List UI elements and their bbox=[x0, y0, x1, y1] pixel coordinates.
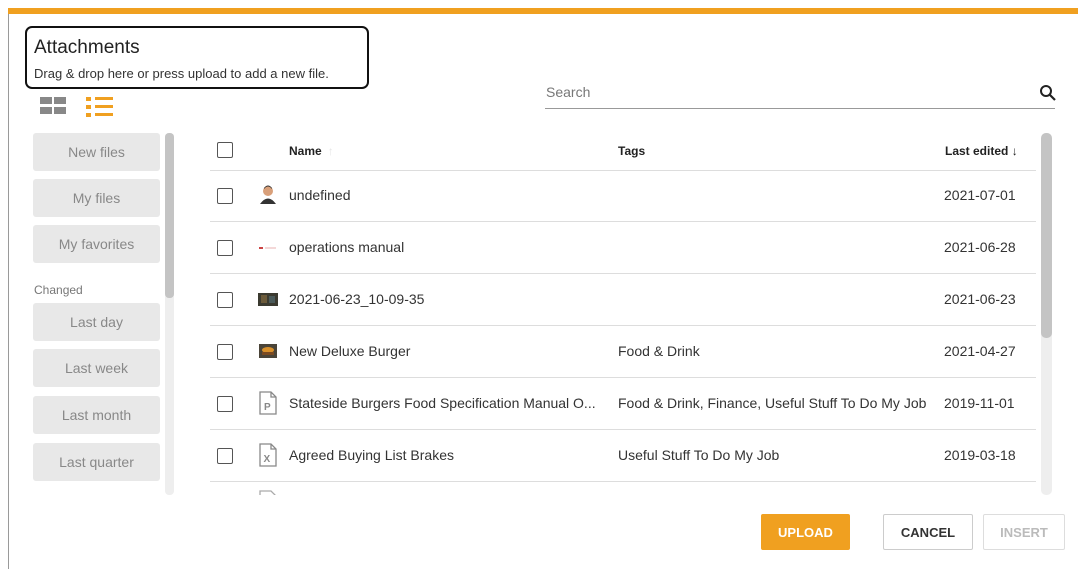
table-row[interactable]: X Agreed Buying List Brakes Useful Stuff… bbox=[210, 430, 1036, 482]
page-subtitle: Drag & drop here or press upload to add … bbox=[34, 66, 329, 81]
sidebar-scrollbar-thumb[interactable] bbox=[165, 133, 174, 298]
file-date: 2021-04-27 bbox=[944, 343, 1016, 359]
row-checkbox[interactable] bbox=[217, 448, 233, 464]
powerpoint-file-icon: P bbox=[259, 391, 277, 415]
row-checkbox[interactable] bbox=[217, 188, 233, 204]
burger-image-icon bbox=[259, 344, 277, 358]
row-checkbox[interactable] bbox=[217, 292, 233, 308]
insert-button[interactable]: INSERT bbox=[983, 514, 1065, 550]
row-checkbox[interactable] bbox=[217, 240, 233, 256]
arrow-down-icon: ↓ bbox=[1011, 144, 1018, 158]
file-name[interactable]: undefined bbox=[289, 187, 615, 203]
sort-hint-icon: ↑ bbox=[327, 144, 334, 158]
file-date: 2021-07-01 bbox=[944, 187, 1016, 203]
search-icon[interactable] bbox=[1039, 84, 1057, 102]
filter-new-files-button[interactable]: New files bbox=[33, 133, 160, 171]
file-name[interactable]: 2021-06-23_10-09-35 bbox=[289, 291, 615, 307]
file-name[interactable]: Stateside Burgers Food Specification Man… bbox=[289, 395, 615, 411]
column-name[interactable]: Name ↑ bbox=[289, 144, 334, 158]
document-thumbnail-icon bbox=[259, 247, 276, 249]
file-tags: Food & Drink, Finance, Useful Stuff To D… bbox=[618, 395, 927, 411]
table-scrollbar-thumb[interactable] bbox=[1041, 133, 1052, 338]
table-row[interactable]: 2021-06-23_10-09-35 2021-06-23 bbox=[210, 274, 1036, 326]
file-tags: Food & Drink bbox=[618, 343, 700, 359]
image-thumbnail-icon bbox=[258, 293, 278, 306]
user-avatar-icon bbox=[260, 185, 276, 204]
svg-text:P: P bbox=[264, 402, 271, 413]
grid-view-icon[interactable] bbox=[40, 97, 68, 115]
filter-last-week-button[interactable]: Last week bbox=[33, 349, 160, 387]
page-title: Attachments bbox=[34, 37, 140, 58]
filter-my-files-button[interactable]: My files bbox=[33, 179, 160, 217]
table-row[interactable]: operations manual 2021-06-28 bbox=[210, 222, 1036, 274]
row-checkbox[interactable] bbox=[217, 396, 233, 412]
filter-my-favorites-button[interactable]: My favorites bbox=[33, 225, 160, 263]
upload-button[interactable]: UPLOAD bbox=[761, 514, 850, 550]
column-last-edited[interactable]: Last edited ↓ bbox=[945, 144, 1018, 158]
file-table: Name ↑ Tags Last edited ↓ undefined 2021-… bbox=[210, 130, 1036, 495]
row-checkbox[interactable] bbox=[217, 344, 233, 360]
cancel-button[interactable]: CANCEL bbox=[883, 514, 973, 550]
accent-bar bbox=[8, 8, 1078, 14]
file-date: 2019-03-18 bbox=[944, 447, 1016, 463]
table-row-partial[interactable] bbox=[210, 482, 1036, 495]
file-icon bbox=[259, 490, 276, 495]
file-name[interactable]: New Deluxe Burger bbox=[289, 343, 615, 359]
table-header: Name ↑ Tags Last edited ↓ bbox=[210, 130, 1036, 171]
file-date: 2021-06-28 bbox=[944, 239, 1016, 255]
file-name[interactable]: operations manual bbox=[289, 239, 615, 255]
search-input[interactable]: Search bbox=[546, 84, 590, 100]
filter-last-day-button[interactable]: Last day bbox=[33, 303, 160, 341]
file-tags: Useful Stuff To Do My Job bbox=[618, 447, 780, 463]
table-row[interactable]: New Deluxe Burger Food & Drink 2021-04-2… bbox=[210, 326, 1036, 378]
left-border bbox=[8, 14, 9, 569]
excel-file-icon: X bbox=[259, 443, 277, 467]
changed-label: Changed bbox=[34, 283, 83, 297]
svg-text:X: X bbox=[264, 454, 271, 465]
file-name[interactable]: Agreed Buying List Brakes bbox=[289, 447, 615, 463]
table-row[interactable]: P Stateside Burgers Food Specification M… bbox=[210, 378, 1036, 430]
file-date: 2021-06-23 bbox=[944, 291, 1016, 307]
filter-last-quarter-button[interactable]: Last quarter bbox=[33, 443, 160, 481]
table-row[interactable]: undefined 2021-07-01 bbox=[210, 170, 1036, 222]
column-tags[interactable]: Tags bbox=[618, 144, 645, 158]
search-underline bbox=[545, 108, 1055, 109]
select-all-checkbox[interactable] bbox=[217, 142, 233, 158]
filter-last-month-button[interactable]: Last month bbox=[33, 396, 160, 434]
list-view-icon[interactable] bbox=[86, 96, 114, 118]
file-date: 2019-11-01 bbox=[944, 395, 1015, 411]
